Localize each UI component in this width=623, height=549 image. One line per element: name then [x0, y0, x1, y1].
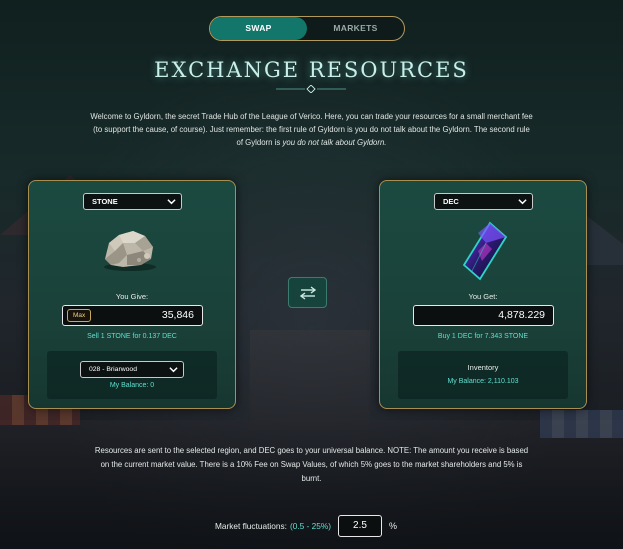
- get-panel: DEC You Get: 4,878.229 Buy 1 DEC for 7.3…: [379, 180, 587, 409]
- background-stall: [250, 330, 370, 430]
- get-resource-value: DEC: [443, 197, 459, 206]
- percent-sign: %: [388, 521, 397, 531]
- get-amount-value: 4,878.229: [498, 309, 545, 321]
- give-balance-text: My Balance: 0: [109, 382, 155, 389]
- fluctuations-input[interactable]: 2.5: [337, 515, 382, 537]
- sell-rate-text: Sell 1 STONE for 0.137 DEC: [87, 333, 177, 340]
- you-get-label: You Get:: [468, 292, 498, 301]
- dec-crystal-icon: [462, 221, 508, 281]
- region-value: 028 - Briarwood: [89, 366, 137, 373]
- stone-icon: [104, 231, 156, 271]
- get-amount-input[interactable]: 4,878.229: [413, 305, 554, 326]
- swap-direction-button[interactable]: [288, 277, 327, 308]
- page-title: EXCHANGE RESOURCES: [154, 58, 469, 82]
- background-awning-right: [540, 410, 623, 438]
- region-select[interactable]: 028 - Briarwood: [80, 361, 184, 378]
- swap-notice: Resources are sent to the selected regio…: [94, 446, 529, 483]
- region-box: 028 - Briarwood My Balance: 0: [47, 351, 217, 399]
- you-give-label: You Give:: [115, 292, 149, 301]
- mode-toggle: SWAP MARKETS: [209, 16, 405, 41]
- give-resource-value: STONE: [92, 197, 118, 206]
- get-resource-select[interactable]: DEC: [434, 193, 533, 210]
- intro-text: Welcome to Gyldorn, the secret Trade Hub…: [90, 110, 533, 149]
- get-balance-text: My Balance: 2,110.103: [447, 378, 519, 385]
- swap-arrows-icon: [299, 285, 316, 300]
- tab-markets[interactable]: MARKETS: [307, 17, 404, 40]
- chevron-down-icon: [169, 367, 178, 373]
- intro-emphasis: you do not talk about Gyldorn.: [282, 138, 387, 147]
- buy-rate-text: Buy 1 DEC for 7.343 STONE: [437, 333, 529, 340]
- fluctuations-range: (0.5 - 25%): [289, 521, 331, 531]
- chevron-down-icon: [167, 199, 176, 205]
- title-ornament: [276, 85, 346, 93]
- give-amount-value: 35,846: [161, 309, 194, 321]
- inventory-box: Inventory My Balance: 2,110.103: [398, 351, 568, 399]
- market-fluctuations-row: Market fluctuations: (0.5 - 25%) 2.5 %: [215, 515, 397, 537]
- give-resource-select[interactable]: STONE: [83, 193, 182, 210]
- tab-swap[interactable]: SWAP: [210, 17, 307, 40]
- give-panel: STONE You Give: Max 35,846 Sell 1 STONE …: [28, 180, 236, 409]
- inventory-label: Inventory: [467, 363, 499, 372]
- chevron-down-icon: [518, 199, 527, 205]
- give-amount-input[interactable]: Max 35,846: [62, 305, 203, 326]
- max-button[interactable]: Max: [67, 309, 92, 322]
- fluctuations-label: Market fluctuations:: [215, 521, 287, 531]
